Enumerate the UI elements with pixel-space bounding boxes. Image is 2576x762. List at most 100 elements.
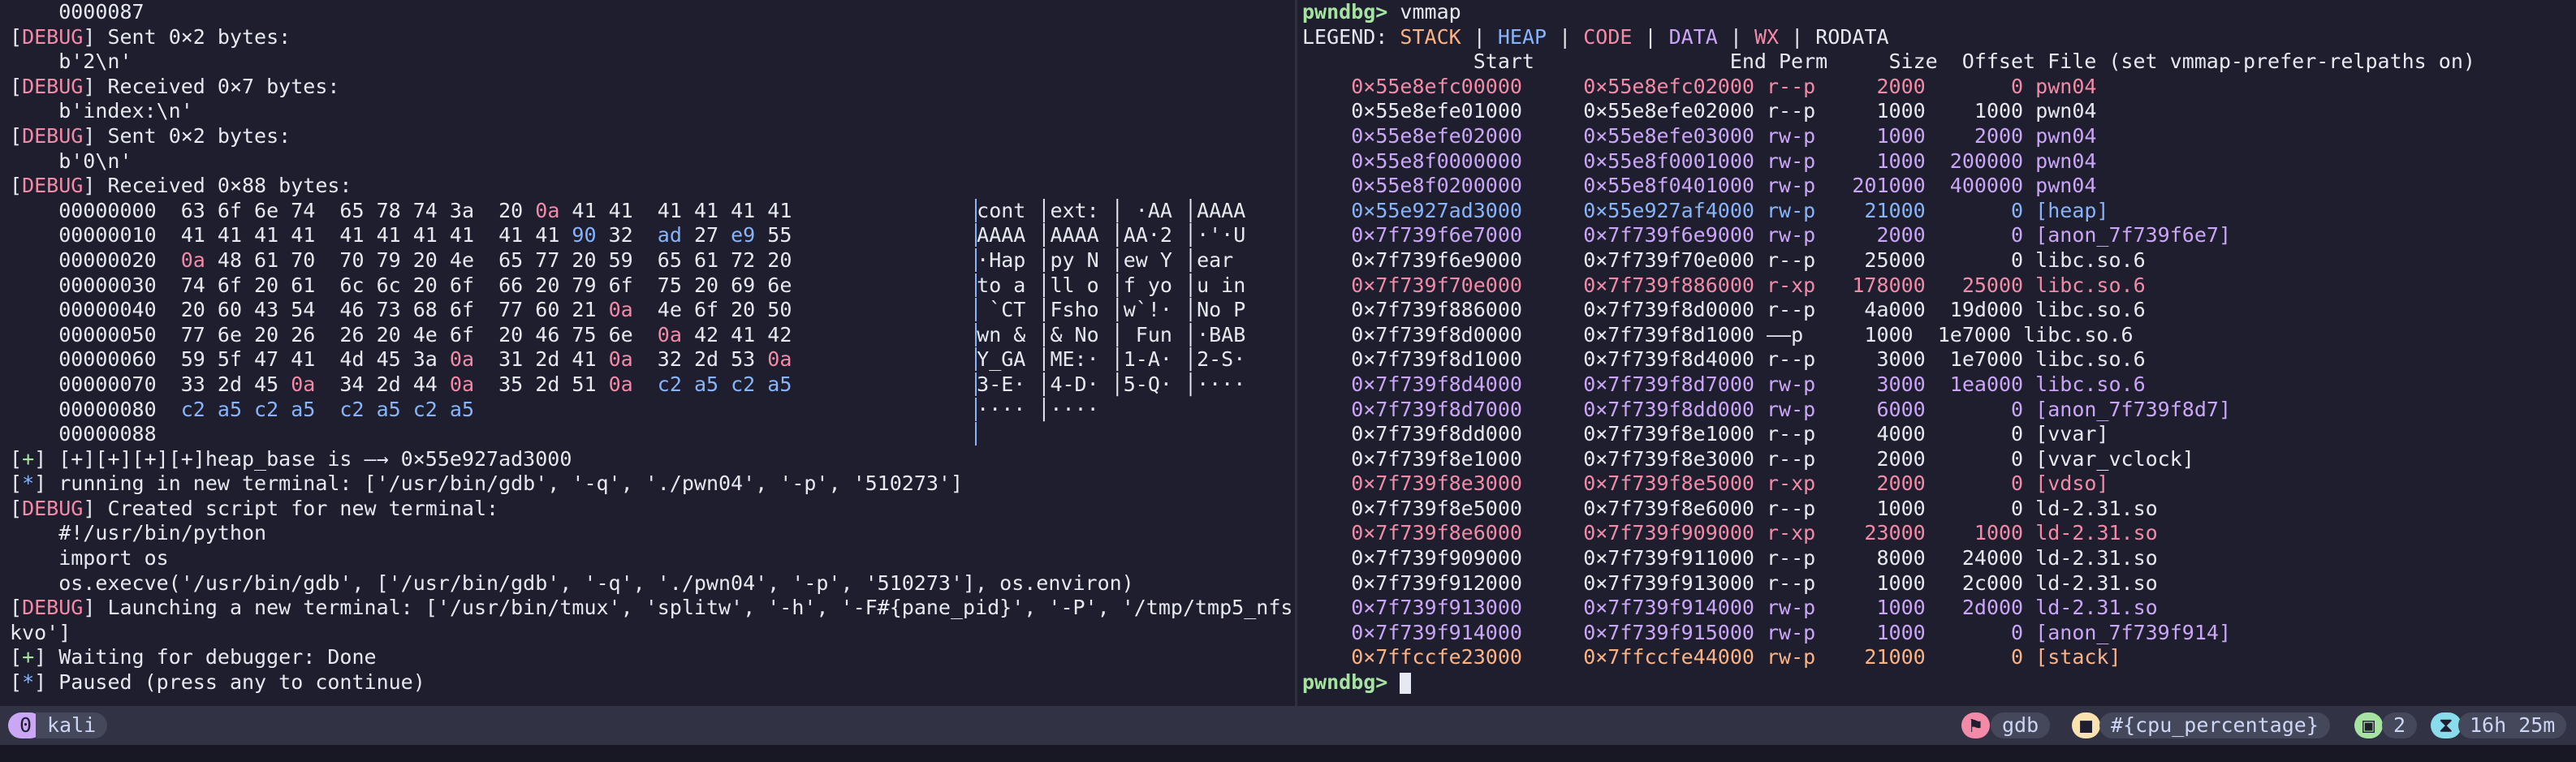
vmmap-start: 0×7f739f8d0000 — [1351, 322, 1522, 347]
hex-offset: 00000020 — [10, 248, 157, 272]
vmmap-end: 0×7f739f8e3000 — [1583, 446, 1754, 471]
log-text: [+][+][+][+]heap_base is —→ 0×55e927ad30… — [46, 446, 572, 471]
vmmap-row: 0×7f739f70e000 0×7f739f886000 r-xp 17800… — [1302, 273, 2576, 299]
hex-byte — [645, 323, 658, 347]
legend-separator: | — [1547, 24, 1584, 49]
hex-byte: 4e — [412, 322, 450, 347]
hex-byte: 20 — [498, 198, 536, 222]
vmmap-offset: 2c000 — [1961, 570, 2024, 595]
tmux-status-bar: 0 kali ⚑ gdb ■ #{cpu_percentage} ▣ 2 ⧗ 1… — [0, 706, 2576, 745]
vmmap-offset: 400000 — [1949, 174, 2024, 198]
vmmap-start: 0×7f739f886000 — [1351, 298, 1522, 322]
log-text: b'index:\n' — [10, 99, 193, 123]
vmmap-end: 0×7f739f8d1000 — [1583, 322, 1754, 347]
log-level-tag: + — [22, 645, 35, 669]
hex-byte — [645, 223, 658, 247]
vmmap-row: 0×7f739f8dd000 0×7f739f8e1000 r--p 4000 … — [1302, 422, 2576, 447]
hex-byte: 41 — [291, 347, 328, 372]
hexdump-row: 00000020 0a 48 61 70 70 79 20 4e 65 77 2… — [10, 248, 1294, 273]
hex-bytes: 59 5f 47 41 4d 45 3a 0a 31 2d 41 0a 32 2… — [157, 347, 805, 371]
vmmap-perm: r--p — [1766, 546, 1816, 570]
hex-byte: 4e — [657, 298, 694, 322]
window-count: 2 — [2382, 712, 2418, 738]
row-indent — [1302, 546, 1351, 570]
hex-ascii — [975, 422, 977, 446]
vmmap-start: 0×7f739f8e3000 — [1351, 471, 1522, 496]
hex-byte: 42 — [767, 322, 805, 347]
vmmap-offset: 25000 — [1961, 273, 2024, 297]
hex-byte: 6e — [254, 198, 291, 222]
vmmap-row: 0×7f739f909000 0×7f739f911000 r--p 8000 … — [1302, 546, 2576, 571]
session-name[interactable]: kali — [36, 712, 108, 738]
vmmap-file: pwn04 — [2035, 74, 2097, 98]
vmmap-end: 0×55e8f0001000 — [1583, 149, 1754, 173]
vmmap-size: 1000 — [1876, 620, 1926, 644]
pane-divider[interactable] — [1295, 0, 1297, 706]
hex-byte — [327, 323, 339, 347]
hex-bytes: 74 6f 20 61 6c 6c 20 6f 66 20 79 6f 75 2… — [157, 273, 805, 297]
vmmap-size: 3000 — [1876, 372, 1926, 396]
vmmap-offset: 1000 — [1974, 99, 2024, 123]
terminal-cursor[interactable] — [1400, 673, 1412, 695]
log-line: b'0\n' — [10, 149, 1294, 174]
vmmap-size: 178000 — [1852, 273, 1926, 297]
bracket: ] — [83, 174, 96, 198]
bracket: [ — [10, 446, 23, 471]
hex-byte: 61 — [693, 248, 731, 272]
hex-byte: a5 — [217, 397, 255, 421]
row-indent — [1302, 645, 1351, 669]
hex-byte: 41 — [217, 223, 255, 248]
hex-byte: 59 — [608, 248, 645, 272]
hex-byte: 46 — [339, 298, 377, 322]
row-indent — [1302, 298, 1351, 321]
vmmap-perm: r-xp — [1766, 521, 1816, 545]
hex-offset: 00000080 — [10, 397, 157, 421]
hex-bytes: c2 a5 c2 a5 c2 a5 c2 a5 — [157, 398, 486, 421]
hex-ascii: AAAA │AAAA │AA·2 │·'·U — [975, 223, 1246, 248]
hex-bytes — [157, 422, 193, 446]
log-text: Received 0×7 bytes: — [95, 74, 340, 98]
vmmap-file: libc.so.6 — [2035, 248, 2146, 272]
legend-rodata: RODATA — [1815, 24, 1889, 49]
log-line: kvo'] — [10, 621, 1294, 646]
vmmap-offset: 1000 — [1974, 521, 2024, 545]
right-terminal-pane[interactable]: pwndbg> vmmap LEGEND: STACK | HEAP | CODE… — [1298, 0, 2576, 706]
vmmap-end: 0×55e8f0401000 — [1583, 174, 1754, 198]
log-line: b'2\n' — [10, 50, 1294, 75]
hex-byte: 6e — [217, 322, 255, 347]
log-level-tag: DEBUG — [22, 74, 84, 98]
hex-byte: 2d — [535, 372, 572, 396]
vmmap-end: 0×7f739f8d7000 — [1583, 372, 1754, 396]
vmmap-offset: 0 — [2011, 397, 2024, 421]
log-text: Launching a new terminal: ['/usr/bin/tmu… — [95, 596, 1293, 620]
vmmap-file: pwn04 — [2035, 149, 2097, 173]
vmmap-row: 0×55e927ad3000 0×55e927af4000 rw-p 21000… — [1302, 199, 2576, 224]
vmmap-size: 1000 — [1876, 99, 1926, 123]
legend-separator: | — [1632, 24, 1669, 49]
vmmap-file: [anon_7f739f914] — [2035, 620, 2231, 644]
vmmap-size: 4000 — [1876, 422, 1926, 446]
left-terminal-pane[interactable]: 0000087 [DEBUG] Sent 0×2 bytes: b'2\n' [DE… — [0, 0, 1294, 706]
hexdump-row: 00000030 74 6f 20 61 6c 6c 20 6f 66 20 7… — [10, 273, 1294, 299]
